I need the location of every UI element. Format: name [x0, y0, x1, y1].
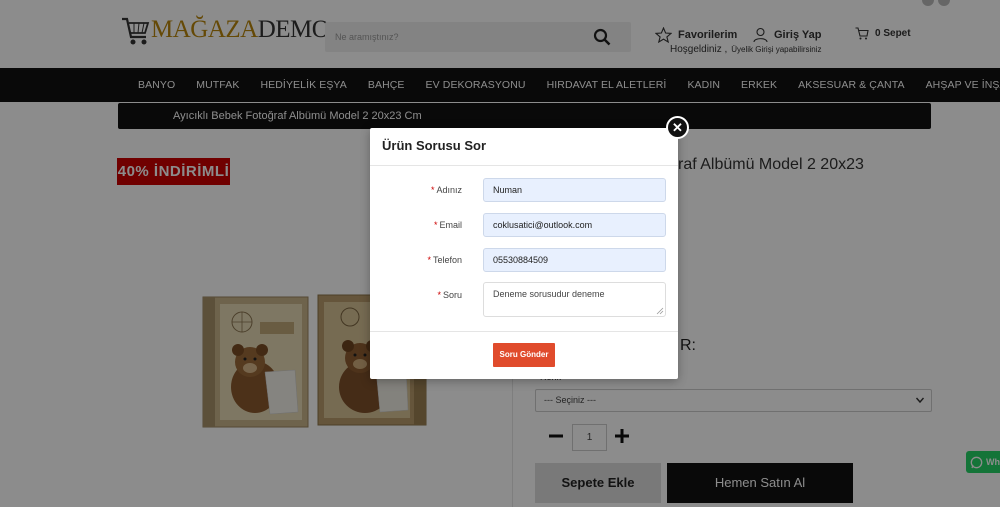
phone-field[interactable]: 05530884509	[483, 248, 666, 272]
submit-question-button[interactable]: Soru Gönder	[493, 343, 555, 367]
close-modal-button[interactable]: ✕	[666, 116, 689, 139]
email-field-label: * Email	[433, 220, 462, 230]
modal-header-divider	[370, 165, 678, 166]
phone-field-label: * Telefon	[427, 255, 462, 265]
modal-footer-divider	[370, 331, 678, 332]
email-field[interactable]: coklusatici@outlook.com	[483, 213, 666, 237]
name-field-label: * Adınız	[430, 185, 462, 195]
modal-title: Ürün Sorusu Sor	[382, 138, 487, 153]
name-field[interactable]: Numan	[483, 178, 666, 202]
question-textarea[interactable]: Deneme sorusudur deneme	[483, 282, 666, 317]
question-field-label: * Soru	[437, 290, 462, 300]
resize-grip-icon[interactable]	[656, 307, 664, 315]
